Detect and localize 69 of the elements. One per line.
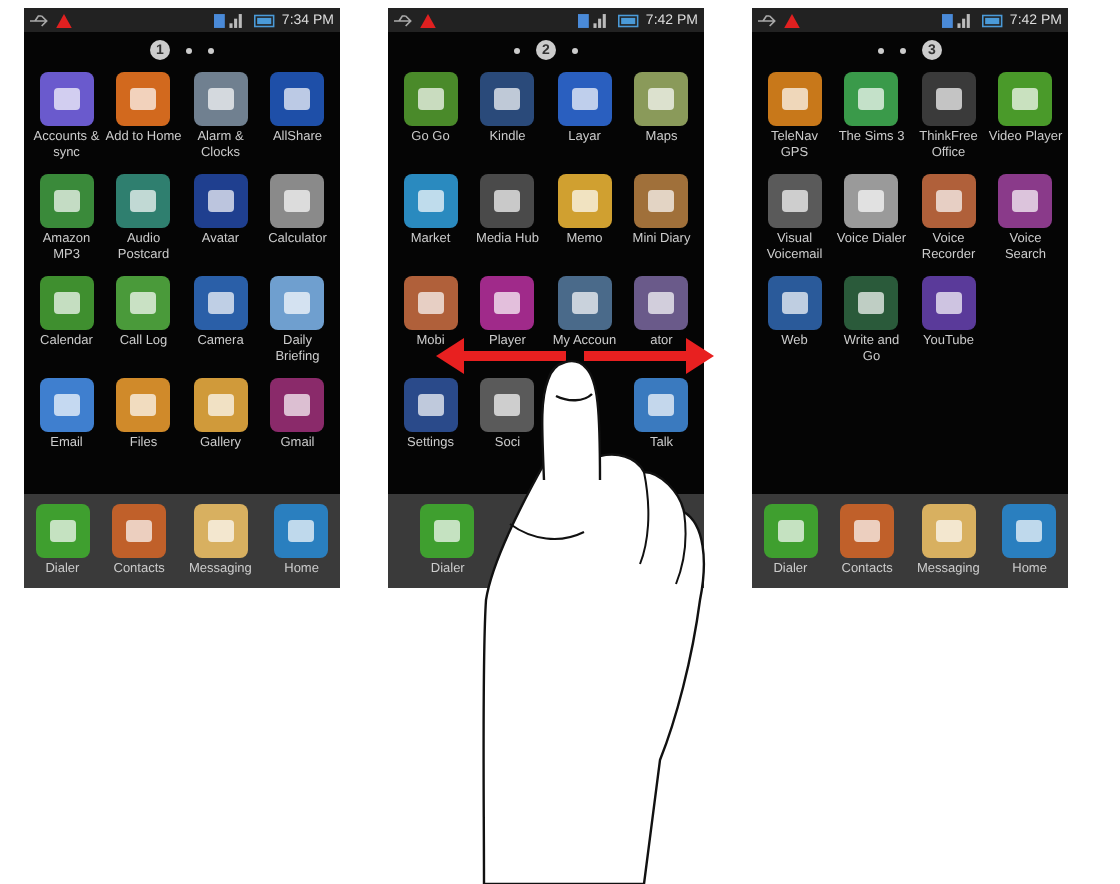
usb-icon [758,13,778,27]
battery-icon [981,13,1004,27]
app-tile-icon[interactable] [193,504,248,558]
app-tile-icon[interactable] [634,378,689,432]
app-tile-icon[interactable] [844,72,899,126]
app-tile-icon[interactable] [998,174,1053,228]
app-tile-icon[interactable] [270,72,325,126]
app-tile-icon[interactable] [480,174,535,228]
app-tile-icon[interactable] [921,174,976,228]
app-tile-icon[interactable] [193,378,248,432]
app-tile-icon[interactable] [1002,504,1057,558]
page-dot-icon[interactable] [208,47,214,53]
app-tile-icon[interactable] [840,504,895,558]
app-tile-icon[interactable] [403,72,458,126]
app-tile-icon[interactable] [767,276,822,330]
app-tile-icon[interactable] [998,72,1053,126]
app-tile-icon[interactable] [403,174,458,228]
app-tile-icon[interactable] [39,378,94,432]
app-tile-icon[interactable] [39,72,94,126]
app-tile-icon[interactable] [39,276,94,330]
app-tile-icon[interactable] [35,504,90,558]
app-tile-icon[interactable] [634,276,689,330]
app-tile-icon[interactable] [270,174,325,228]
app-tile-icon[interactable] [921,504,976,558]
page-dot-icon[interactable] [878,47,884,53]
app-tile-icon[interactable] [39,174,94,228]
app-tile-icon[interactable] [557,174,612,228]
signal-icon [213,13,248,27]
app-tile-icon[interactable] [274,504,329,558]
signal-icon [941,13,976,27]
signal-icon [577,13,612,27]
app-tile-icon[interactable] [763,504,818,558]
app-tile-icon[interactable] [420,504,475,558]
app-tile-icon[interactable] [557,72,612,126]
page-dot-icon[interactable] [572,47,578,53]
app-tile-icon[interactable] [270,276,325,330]
app-tile-icon[interactable] [921,72,976,126]
app-tile-icon[interactable] [767,72,822,126]
app-tile-icon[interactable] [634,174,689,228]
app-tile-icon[interactable] [116,378,171,432]
app-tile-icon[interactable] [403,276,458,330]
battery-icon [617,13,640,27]
warning-icon [784,13,800,27]
app-tile-icon[interactable] [634,72,689,126]
app-tile-icon[interactable] [480,276,535,330]
usb-icon [30,13,50,27]
app-tile-icon[interactable] [116,174,171,228]
usb-icon [394,13,414,27]
app-tile-icon[interactable] [480,72,535,126]
app-tile-icon[interactable] [403,378,458,432]
app-tile-icon[interactable] [112,504,167,558]
app-tile-icon[interactable] [844,174,899,228]
app-tile-icon[interactable] [480,378,535,432]
battery-icon [253,13,276,27]
app-tile-icon[interactable] [116,72,171,126]
app-tile-icon[interactable] [844,276,899,330]
app-tile-icon[interactable] [557,276,612,330]
app-tile-icon[interactable] [193,72,248,126]
app-tile-icon[interactable] [116,276,171,330]
app-tile-icon[interactable] [270,378,325,432]
page-dot-icon[interactable] [900,47,906,53]
warning-icon [420,13,436,27]
app-tile-icon[interactable] [193,174,248,228]
app-tile-icon[interactable] [921,276,976,330]
app-tile-icon[interactable] [767,174,822,228]
page-dot-icon[interactable] [186,47,192,53]
page-dot-icon[interactable] [514,47,520,53]
warning-icon [56,13,72,27]
app-tile-icon[interactable] [193,276,248,330]
